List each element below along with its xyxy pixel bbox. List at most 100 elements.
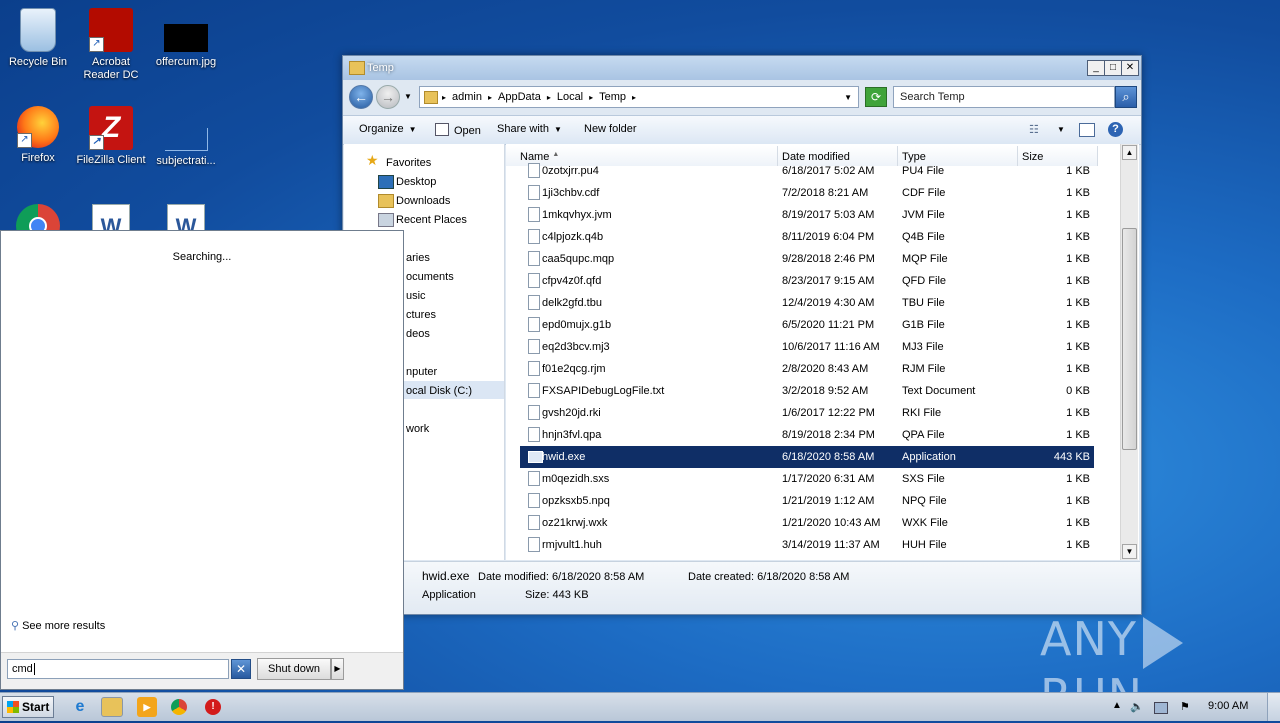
nav-network[interactable]: work [406, 423, 429, 435]
internet-explorer-icon[interactable]: e [70, 697, 90, 717]
show-hidden-icons-icon[interactable]: ▲ [1112, 700, 1122, 711]
file-row[interactable]: c4lpjozk.q4b 8/11/2019 6:04 PM Q4B File 1 K… [520, 226, 1094, 248]
breadcrumb-separator-icon[interactable]: ▸ [632, 93, 636, 103]
window-titlebar[interactable]: Temp _ □ ✕ [343, 56, 1141, 80]
start-button[interactable]: Start [2, 696, 54, 718]
chrome-taskbar-icon[interactable] [171, 699, 187, 715]
vertical-scrollbar[interactable]: ▲ ▼ [1120, 144, 1138, 560]
file-row[interactable]: caa5qupc.mqp 9/28/2018 2:46 PM MQP File 1 K… [520, 248, 1094, 270]
search-input[interactable]: Search Temp [893, 86, 1115, 108]
address-dropdown-icon[interactable]: ▼ [844, 93, 852, 102]
scroll-down-icon[interactable]: ▼ [1122, 544, 1137, 559]
taskbar-clock[interactable]: 9:00 AM [1208, 700, 1248, 712]
breadcrumb-separator-icon[interactable]: ▸ [442, 93, 446, 103]
nav-downloads[interactable]: Downloads [396, 195, 450, 207]
search-status: Searching... [172, 251, 232, 263]
file-name: 1mkqvhyx.jvm [542, 209, 612, 221]
file-row[interactable]: hwid.exe 6/18/2020 8:58 AM Application 443 … [520, 446, 1094, 468]
file-row[interactable]: cfpv4z0f.qfd 8/23/2017 9:15 AM QFD File 1 K… [520, 270, 1094, 292]
nav-documents[interactable]: ocuments [406, 271, 454, 283]
file-type: CDF File [902, 187, 946, 199]
maximize-button[interactable]: □ [1104, 60, 1122, 76]
file-row[interactable]: hnjn3fvl.qpa 8/19/2018 2:34 PM QPA File 1 K… [520, 424, 1094, 446]
breadcrumb-separator-icon[interactable]: ▸ [488, 93, 492, 103]
windows-explorer-taskbar-icon[interactable] [101, 697, 123, 717]
desktop-icon-firefox[interactable]: ↗ Firefox [0, 106, 76, 165]
show-desktop-button[interactable] [1267, 693, 1280, 721]
desktop-icon-filezilla[interactable]: Z ↗ FileZilla Client [73, 106, 149, 167]
action-center-flag-icon[interactable]: ⚑ [1180, 700, 1190, 713]
search-icon[interactable]: ⌕ [1115, 86, 1137, 108]
nav-pictures[interactable]: ctures [406, 309, 436, 321]
file-row[interactable]: FXSAPIDebugLogFile.txt 3/2/2018 9:52 AM Te… [520, 380, 1094, 402]
file-type: WXK File [902, 517, 948, 529]
file-row[interactable]: f01e2qcg.rjm 2/8/2020 8:43 AM RJM File 1 KB [520, 358, 1094, 380]
help-icon[interactable]: ? [1108, 122, 1123, 137]
open-button[interactable]: Open [435, 123, 481, 137]
file-type: Q4B File [902, 231, 945, 243]
file-row[interactable]: 1mkqvhyx.jvm 8/19/2017 5:03 AM JVM File 1 K… [520, 204, 1094, 226]
file-name: oz21krwj.wxk [542, 517, 608, 529]
breadcrumb-item[interactable]: admin [452, 91, 482, 103]
security-app-icon[interactable]: ! [205, 699, 221, 715]
nav-recent-places[interactable]: Recent Places [396, 214, 467, 226]
chevron-down-icon[interactable]: ▼ [1057, 125, 1065, 134]
nav-libraries[interactable]: aries [406, 252, 430, 264]
chevron-down-icon: ▼ [408, 125, 417, 134]
start-search-input[interactable]: cmd [7, 659, 229, 679]
file-row[interactable]: rmjvult1.huh 3/14/2019 11:37 AM HUH File 1 … [520, 534, 1094, 556]
nav-favorites[interactable]: Favorites [386, 157, 431, 169]
file-name: gvsh20jd.rki [542, 407, 601, 419]
media-player-icon[interactable]: ▶ [137, 697, 157, 717]
file-row[interactable]: delk2gfd.tbu 12/4/2019 4:30 AM TBU File 1 K… [520, 292, 1094, 314]
breadcrumb-item[interactable]: AppData [498, 91, 541, 103]
desktop-icon-subjectration[interactable]: subjectrati... [148, 106, 224, 168]
back-button[interactable]: ← [349, 85, 373, 109]
network-icon[interactable] [1154, 702, 1168, 714]
address-row: ← → ▼ ▸ admin ▸ AppData ▸ Local ▸ Temp ▸… [343, 82, 1141, 112]
forward-button[interactable]: → [376, 85, 400, 109]
breadcrumb-item[interactable]: Temp [599, 91, 626, 103]
clear-search-icon[interactable]: ✕ [231, 659, 251, 679]
desktop-icon-recycle-bin[interactable]: Recycle Bin [0, 8, 76, 69]
scrollbar-thumb[interactable] [1122, 228, 1137, 450]
nav-computer[interactable]: nputer [406, 366, 437, 378]
file-row[interactable]: 0zotxjrr.pu4 6/18/2017 5:02 AM PU4 File 1 K… [520, 160, 1094, 182]
star-icon: ★ [366, 152, 379, 168]
desktop-icon-acrobat[interactable]: ↗ Acrobat Reader DC [73, 8, 149, 82]
breadcrumb-separator-icon[interactable]: ▸ [547, 93, 551, 103]
file-row[interactable]: m0qezidh.sxs 1/17/2020 6:31 AM SXS File 1 K… [520, 468, 1094, 490]
file-size: 1 KB [1066, 319, 1090, 331]
nav-videos[interactable]: deos [406, 328, 430, 340]
breadcrumb-separator-icon[interactable]: ▸ [589, 93, 593, 103]
file-row[interactable]: 1ji3chbv.cdf 7/2/2018 8:21 AM CDF File 1 KB [520, 182, 1094, 204]
file-row[interactable]: epd0mujx.g1b 6/5/2020 11:21 PM G1B File 1 K… [520, 314, 1094, 336]
file-row[interactable]: gvsh20jd.rki 1/6/2017 12:22 PM RKI File 1 K… [520, 402, 1094, 424]
file-row[interactable]: eq2d3bcv.mj3 10/6/2017 11:16 AM MJ3 File 1 … [520, 336, 1094, 358]
address-bar[interactable]: ▸ admin ▸ AppData ▸ Local ▸ Temp ▸ ▼ [419, 86, 859, 108]
file-row[interactable]: oz21krwj.wxk 1/21/2020 10:43 AM WXK File 1 … [520, 512, 1094, 534]
scroll-up-icon[interactable]: ▲ [1122, 145, 1137, 160]
preview-pane-icon[interactable] [1079, 123, 1095, 137]
organize-button[interactable]: Organize ▼ [359, 123, 417, 135]
nav-music[interactable]: usic [406, 290, 426, 302]
breadcrumb-item[interactable]: Local [557, 91, 583, 103]
desktop-icon-offercum[interactable]: offercum.jpg [148, 8, 224, 69]
volume-icon[interactable]: 🔈 [1130, 700, 1144, 713]
view-options-icon[interactable]: ☷ [1029, 123, 1039, 136]
start-label: Start [22, 700, 50, 714]
close-button[interactable]: ✕ [1121, 60, 1139, 76]
see-more-results-link[interactable]: ⚲ See more results [11, 619, 105, 632]
new-folder-button[interactable]: New folder [584, 123, 637, 135]
share-with-button[interactable]: Share with ▼ [497, 123, 562, 135]
shutdown-button[interactable]: Shut down [257, 658, 331, 680]
nav-desktop[interactable]: Desktop [396, 176, 436, 188]
minimize-button[interactable]: _ [1087, 60, 1105, 76]
shutdown-options-icon[interactable]: ▶ [331, 658, 344, 680]
file-row[interactable]: opzksxb5.npq 1/21/2019 1:12 AM NPQ File 1 K… [520, 490, 1094, 512]
file-type: NPQ File [902, 495, 947, 507]
refresh-button[interactable]: ⟳ [865, 87, 887, 107]
recent-pages-dropdown[interactable]: ▼ [404, 92, 412, 101]
file-name: m0qezidh.sxs [542, 473, 610, 485]
nav-local-disk[interactable]: ocal Disk (C:) [406, 385, 472, 397]
